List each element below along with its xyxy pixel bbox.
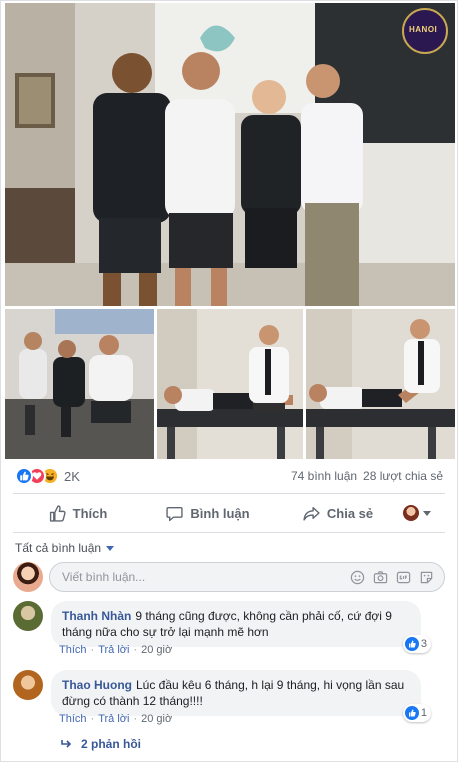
comment-label: Bình luận (190, 505, 250, 521)
comment-reaction-badge[interactable]: 3 (402, 635, 431, 653)
photo-group-at-clinic[interactable]: HANOI (5, 3, 455, 306)
engagement-stats: 74 bình luận 28 lượt chia sẻ (291, 469, 443, 483)
comment-like-link[interactable]: Thích (59, 644, 87, 656)
reaction-count[interactable]: 2K (64, 469, 80, 484)
post-actions: Thích Bình luận Chia sẻ (13, 496, 445, 530)
comment-input[interactable]: Viết bình luận... (49, 562, 445, 592)
comment-icon (166, 506, 184, 521)
comment-reaction-count: 1 (420, 707, 427, 719)
separator-dot: · (90, 644, 95, 656)
divider (13, 493, 445, 494)
commenter-avatar[interactable] (13, 601, 43, 631)
separator-dot: · (133, 713, 138, 725)
view-replies-link[interactable]: 2 phản hồi (61, 737, 141, 751)
comment-meta: Thích · Trả lời · 20 giờ (59, 644, 172, 656)
share-icon (303, 506, 320, 521)
replies-label: 2 phản hồi (81, 737, 141, 751)
like-reaction-icon (404, 637, 419, 651)
comment-button[interactable]: Bình luận (143, 496, 273, 530)
comment-item: Thao Huong Lúc đầu kêu 6 tháng, h lại 9 t… (13, 670, 431, 722)
comment-reaction-badge[interactable]: 1 (402, 704, 431, 722)
chevron-down-icon (106, 545, 115, 551)
comment-reply-link[interactable]: Trả lời (98, 713, 129, 725)
photo-treatment-1[interactable] (157, 309, 303, 459)
commenter-name[interactable]: Thanh Nhàn (62, 609, 131, 623)
thumbs-up-icon (49, 504, 66, 522)
comment-bubble: Thanh Nhàn 9 tháng cũng được, không cần p… (51, 601, 431, 653)
comment-meta: Thích · Trả lời · 20 giờ (59, 713, 172, 725)
comment-bubble: Thao Huong Lúc đầu kêu 6 tháng, h lại 9 t… (51, 670, 431, 722)
comment-like-link[interactable]: Thích (59, 713, 87, 725)
facebook-post: HANOI 2K 74 bình luận 28 lượt chia sẻ Th… (0, 0, 458, 762)
like-label: Thích (72, 505, 108, 521)
comment-input-placeholder: Viết bình luận... (62, 570, 146, 584)
avatar (403, 505, 419, 521)
gif-icon[interactable] (396, 570, 411, 585)
commenter-avatar[interactable] (13, 670, 43, 700)
like-button[interactable]: Thích (13, 496, 143, 530)
current-user-avatar[interactable] (13, 562, 43, 592)
share-label: Chia sẻ (326, 505, 374, 521)
reply-arrow-icon (61, 740, 72, 748)
club-logo-text: HANOI (409, 25, 438, 34)
photo-waiting-room[interactable] (5, 309, 154, 459)
comment-filter-label: Tất cả bình luận (15, 541, 102, 555)
commenter-name[interactable]: Thao Huong (62, 678, 132, 692)
comment-timestamp[interactable]: 20 giờ (141, 713, 172, 725)
divider (13, 532, 445, 533)
like-reaction-icon (404, 706, 419, 720)
like-reaction-icon (15, 467, 33, 485)
comment-item: Thanh Nhàn 9 tháng cũng được, không cần p… (13, 601, 431, 653)
separator-dot: · (133, 644, 138, 656)
sticker-icon[interactable] (419, 570, 434, 585)
comment-timestamp[interactable]: 20 giờ (141, 644, 172, 656)
photo-treatment-2[interactable] (306, 309, 455, 459)
write-comment-row: Viết bình luận... (13, 561, 445, 593)
share-count[interactable]: 28 lượt chia sẻ (363, 469, 443, 483)
emoji-icon[interactable] (350, 570, 365, 585)
camera-icon[interactable] (373, 570, 388, 585)
post-as-selector[interactable] (403, 505, 445, 521)
share-button[interactable]: Chia sẻ (273, 496, 403, 530)
comment-reply-link[interactable]: Trả lời (98, 644, 129, 656)
comment-filter-dropdown[interactable]: Tất cả bình luận (15, 541, 115, 555)
chevron-down-icon (423, 510, 431, 516)
separator-dot: · (90, 713, 95, 725)
comment-count[interactable]: 74 bình luận (291, 469, 357, 483)
comment-reaction-count: 3 (420, 638, 427, 650)
reaction-summary[interactable]: 2K (15, 466, 80, 486)
